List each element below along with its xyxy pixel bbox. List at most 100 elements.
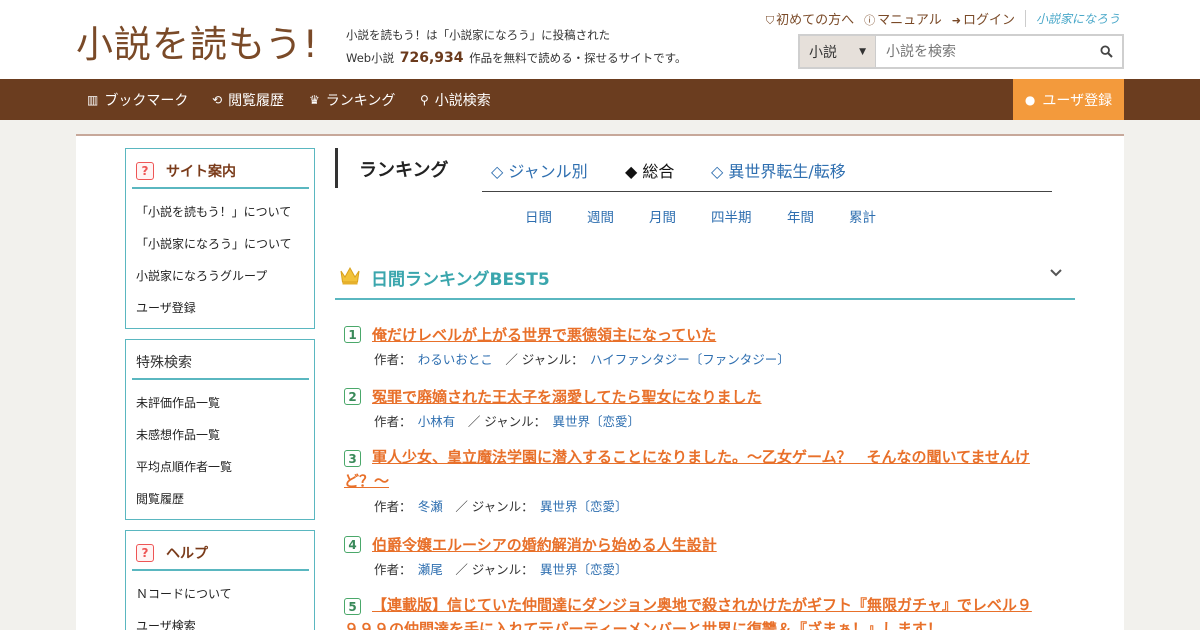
nav-bookmark[interactable]: ▥ ブックマーク — [87, 79, 188, 120]
main-panel: ? サイト案内 「小説を読もう！」について 「小説家になろう」について 小説家にな… — [76, 134, 1124, 630]
ranking-title-bar — [335, 148, 338, 188]
period-yearly[interactable]: 年間 — [787, 206, 814, 226]
tagline-line1: 小説を読もう！は「小説家になろう」に投稿された — [346, 28, 611, 42]
author-link[interactable]: わるいおとこ — [418, 352, 493, 367]
question-icon: ⓘ — [864, 14, 876, 27]
login-icon: ➜ — [951, 14, 961, 27]
author-link[interactable]: 瀬尾 — [418, 562, 443, 577]
user-icon: ● — [1024, 92, 1036, 107]
rank-number-badge: 1 — [344, 326, 361, 343]
chevron-down-icon[interactable] — [1049, 266, 1063, 282]
genre-link[interactable]: 異世界〔恋愛〕 — [540, 562, 628, 577]
narou-brand-link[interactable]: 小説家になろう — [1024, 10, 1120, 27]
help-question-icon: ? — [136, 544, 154, 562]
tab-overall[interactable]: ◆ 総合 — [625, 158, 674, 182]
entry-title-link[interactable]: 【連載版】信じていた仲間達にダンジョン奥地で殺されかけたがギフト『無限ガチャ』で… — [344, 593, 1044, 630]
sidebar-item-unrated[interactable]: 未評価作品一覧 — [126, 386, 314, 418]
beginner-link-label: 初めての方へ — [776, 13, 855, 28]
genre-label: ／ ジャンル： — [505, 352, 578, 367]
site-header: 小説を読もう! 小説を読もう！は「小説家になろう」に投稿された Web小説 72… — [0, 0, 1200, 79]
sidebar-item-register[interactable]: ユーザ登録 — [126, 291, 314, 323]
sidebar-item-narou-group[interactable]: 小説家になろうグループ — [126, 259, 314, 291]
site-tagline: 小説を読もう！は「小説家になろう」に投稿された Web小説 726,934 作品… — [346, 24, 687, 70]
entry-meta: 作者： 小林有 ／ ジャンル： 異世界〔恋愛〕 — [374, 411, 640, 430]
work-count: 726,934 — [399, 50, 464, 66]
site-guide-title: ? サイト案内 — [132, 155, 309, 189]
sidebar-item-about-narou[interactable]: 「小説家になろう」について — [126, 227, 314, 259]
login-link[interactable]: ➜ ログイン — [952, 9, 1015, 28]
sidebar-site-guide: ? サイト案内 「小説を読もう！」について 「小説家になろう」について 小説家にな… — [125, 148, 315, 329]
sidebar-special-search: 特殊検索 未評価作品一覧 未感想作品一覧 平均点順作者一覧 閲覧履歴 — [125, 339, 315, 520]
entry-title-link[interactable]: 俺だけレベルが上がる世界で悪徳領主になっていた — [372, 324, 716, 345]
nav-search[interactable]: ⚲ 小説検索 — [420, 79, 491, 120]
entry-title-link[interactable]: 軍人少女、皇立魔法学園に潜入することになりました。～乙女ゲーム？ そんなの聞いて… — [344, 445, 1044, 493]
search-button[interactable] — [1090, 36, 1122, 67]
rank-number-badge: 4 — [344, 536, 361, 553]
nav-history[interactable]: ⟲ 閲覧履歴 — [212, 79, 284, 120]
help-title-text: ヘルプ — [166, 546, 208, 562]
beginner-link[interactable]: ⛉ 初めての方へ — [766, 9, 854, 28]
sidebar-item-avg-score-authors[interactable]: 平均点順作者一覧 — [126, 450, 314, 482]
search-input[interactable] — [876, 36, 1090, 67]
nav-history-label: 閲覧履歴 — [228, 92, 285, 109]
period-quarterly[interactable]: 四半期 — [711, 206, 752, 226]
period-total[interactable]: 累計 — [849, 206, 876, 226]
user-register-label: ユーザ登録 — [1042, 92, 1113, 109]
tab-isekai[interactable]: ◇ 異世界転生/転移 — [711, 158, 846, 182]
site-guide-list: 「小説を読もう！」について 「小説家になろう」について 小説家になろうグループ … — [126, 189, 314, 327]
author-label: 作者： — [374, 352, 406, 367]
genre-link[interactable]: 異世界〔恋愛〕 — [552, 414, 640, 429]
sidebar-item-about-yomou[interactable]: 「小説を読もう！」について — [126, 195, 314, 227]
crown-icon: ♛ — [309, 92, 320, 107]
tab-genre[interactable]: ◇ ジャンル別 — [491, 158, 588, 182]
search-category-select[interactable]: 小説 ▼ — [800, 36, 876, 67]
period-daily[interactable]: 日間 — [525, 206, 552, 226]
tagline-prefix: Web小説 — [346, 51, 395, 65]
sidebar-help: ? ヘルプ Ｎコードについて ユーザ検索 — [125, 530, 315, 630]
best5-header[interactable]: 日間ランキングBEST5 — [335, 260, 1075, 300]
login-link-label: ログイン — [962, 13, 1015, 28]
author-link[interactable]: 小林有 — [418, 414, 456, 429]
help-title: ? ヘルプ — [132, 537, 309, 571]
period-weekly[interactable]: 週間 — [587, 206, 614, 226]
genre-link[interactable]: ハイファンタジー〔ファンタジー〕 — [590, 352, 790, 367]
special-search-title: 特殊検索 — [132, 346, 309, 380]
period-monthly[interactable]: 月間 — [649, 206, 676, 226]
entry-title-link[interactable]: 冤罪で廃嫡された王太子を溺愛してたら聖女になりました — [372, 386, 762, 407]
ranking-title: ランキング — [359, 160, 449, 181]
nav-ranking-label: ランキング — [325, 92, 396, 109]
history-icon: ⟲ — [212, 92, 223, 107]
genre-link[interactable]: 異世界〔恋愛〕 — [540, 499, 628, 514]
bookmark-icon: ▥ — [87, 92, 99, 107]
site-guide-title-text: サイト案内 — [166, 164, 236, 180]
crown-icon — [340, 266, 360, 285]
sidebar-item-no-review[interactable]: 未感想作品一覧 — [126, 418, 314, 450]
nav-search-label: 小説検索 — [434, 92, 491, 109]
user-register-button[interactable]: ● ユーザ登録 — [1013, 79, 1124, 120]
entry-meta: 作者： 瀬尾 ／ ジャンル： 異世界〔恋愛〕 — [374, 559, 627, 578]
genre-label: ／ ジャンル： — [467, 414, 540, 429]
genre-label: ／ ジャンル： — [455, 499, 528, 514]
entry-meta: 作者： 冬瀬 ／ ジャンル： 異世界〔恋愛〕 — [374, 496, 627, 515]
manual-link[interactable]: ⓘ マニュアル — [864, 9, 942, 28]
top-links: ⛉ 初めての方へ ⓘ マニュアル ➜ ログイン 小説家になろう — [766, 9, 1120, 28]
genre-label: ／ ジャンル： — [455, 562, 528, 577]
entry-title-link[interactable]: 伯爵令嬢エルーシアの婚約解消から始める人生設計 — [372, 534, 717, 555]
author-label: 作者： — [374, 499, 406, 514]
sidebar-item-ncode[interactable]: Ｎコードについて — [126, 577, 314, 609]
special-search-list: 未評価作品一覧 未感想作品一覧 平均点順作者一覧 閲覧履歴 — [126, 380, 314, 518]
tagline-suffix: 作品を無料で読める・探せるサイトです。 — [469, 51, 687, 65]
beginner-icon: ⛉ — [765, 14, 775, 27]
site-logo[interactable]: 小説を読もう! — [76, 14, 319, 68]
sidebar-item-history[interactable]: 閲覧履歴 — [126, 482, 314, 514]
search-category-value: 小説 — [809, 44, 837, 61]
manual-link-label: マニュアル — [877, 13, 942, 28]
help-question-icon: ? — [136, 162, 154, 180]
search-box: 小説 ▼ — [798, 34, 1124, 69]
search-icon: ⚲ — [420, 92, 429, 107]
tagline-line2: Web小説 726,934 作品を無料で読める・探せるサイトです。 — [346, 47, 687, 70]
nav-ranking[interactable]: ♛ ランキング — [309, 79, 395, 120]
nav-bookmark-label: ブックマーク — [104, 92, 189, 109]
author-link[interactable]: 冬瀬 — [418, 499, 443, 514]
sidebar-item-user-search[interactable]: ユーザ検索 — [126, 609, 314, 630]
